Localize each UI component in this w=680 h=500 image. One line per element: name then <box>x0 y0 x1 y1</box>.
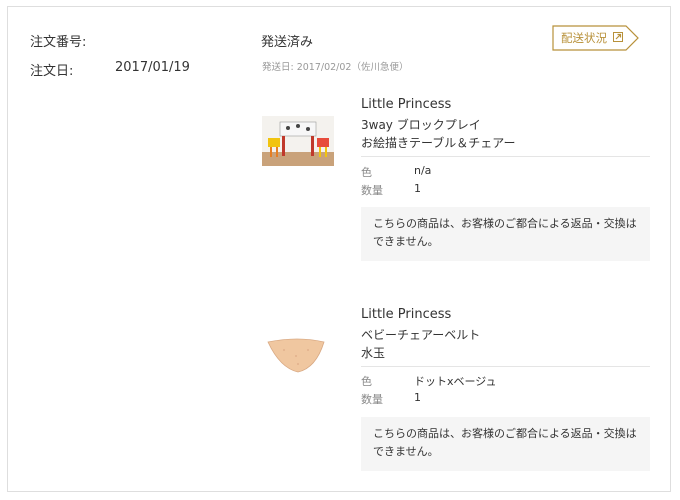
item-name-line2[interactable]: 水玉 <box>361 344 385 362</box>
attr-quantity-label: 数量 <box>361 184 383 197</box>
item-name-line1[interactable]: 3way ブロックプレイ <box>361 116 481 134</box>
divider <box>361 366 650 367</box>
item-name-line2[interactable]: お絵描きテーブル＆チェアー <box>361 134 516 152</box>
order-date-label: 注文日: <box>30 64 74 79</box>
shipping-date: 発送日: 2017/02/02（佐川急便） <box>262 62 409 73</box>
item-brand[interactable]: Little Princess <box>361 97 451 112</box>
item-name-line1[interactable]: ベビーチェアーベルト <box>361 326 480 344</box>
product-image-table[interactable] <box>262 116 334 166</box>
attr-quantity-value: 1 <box>414 391 421 404</box>
return-policy-notice: こちらの商品は、お客様のご都合による返品・交換はできません。 <box>361 207 650 261</box>
return-policy-notice: こちらの商品は、お客様のご都合による返品・交換はできません。 <box>361 417 650 471</box>
attr-quantity-value: 1 <box>414 182 421 195</box>
attr-quantity-label: 数量 <box>361 393 383 406</box>
tracking-button[interactable]: 配送状況 <box>552 25 639 51</box>
tracking-button-label: 配送状況 <box>561 31 607 45</box>
item-brand[interactable]: Little Princess <box>361 307 451 322</box>
attr-color-value: ドットxベージュ <box>414 375 497 388</box>
order-number-label: 注文番号: <box>30 35 87 50</box>
divider <box>361 156 650 157</box>
attr-color-value: n/a <box>414 164 432 177</box>
shipping-status: 発送済み <box>261 35 314 50</box>
attr-color-label: 色 <box>361 166 372 179</box>
attr-color-label: 色 <box>361 375 372 388</box>
order-date-value: 2017/01/19 <box>115 60 190 75</box>
external-link-icon <box>613 32 623 42</box>
product-image-belt[interactable] <box>262 328 334 378</box>
